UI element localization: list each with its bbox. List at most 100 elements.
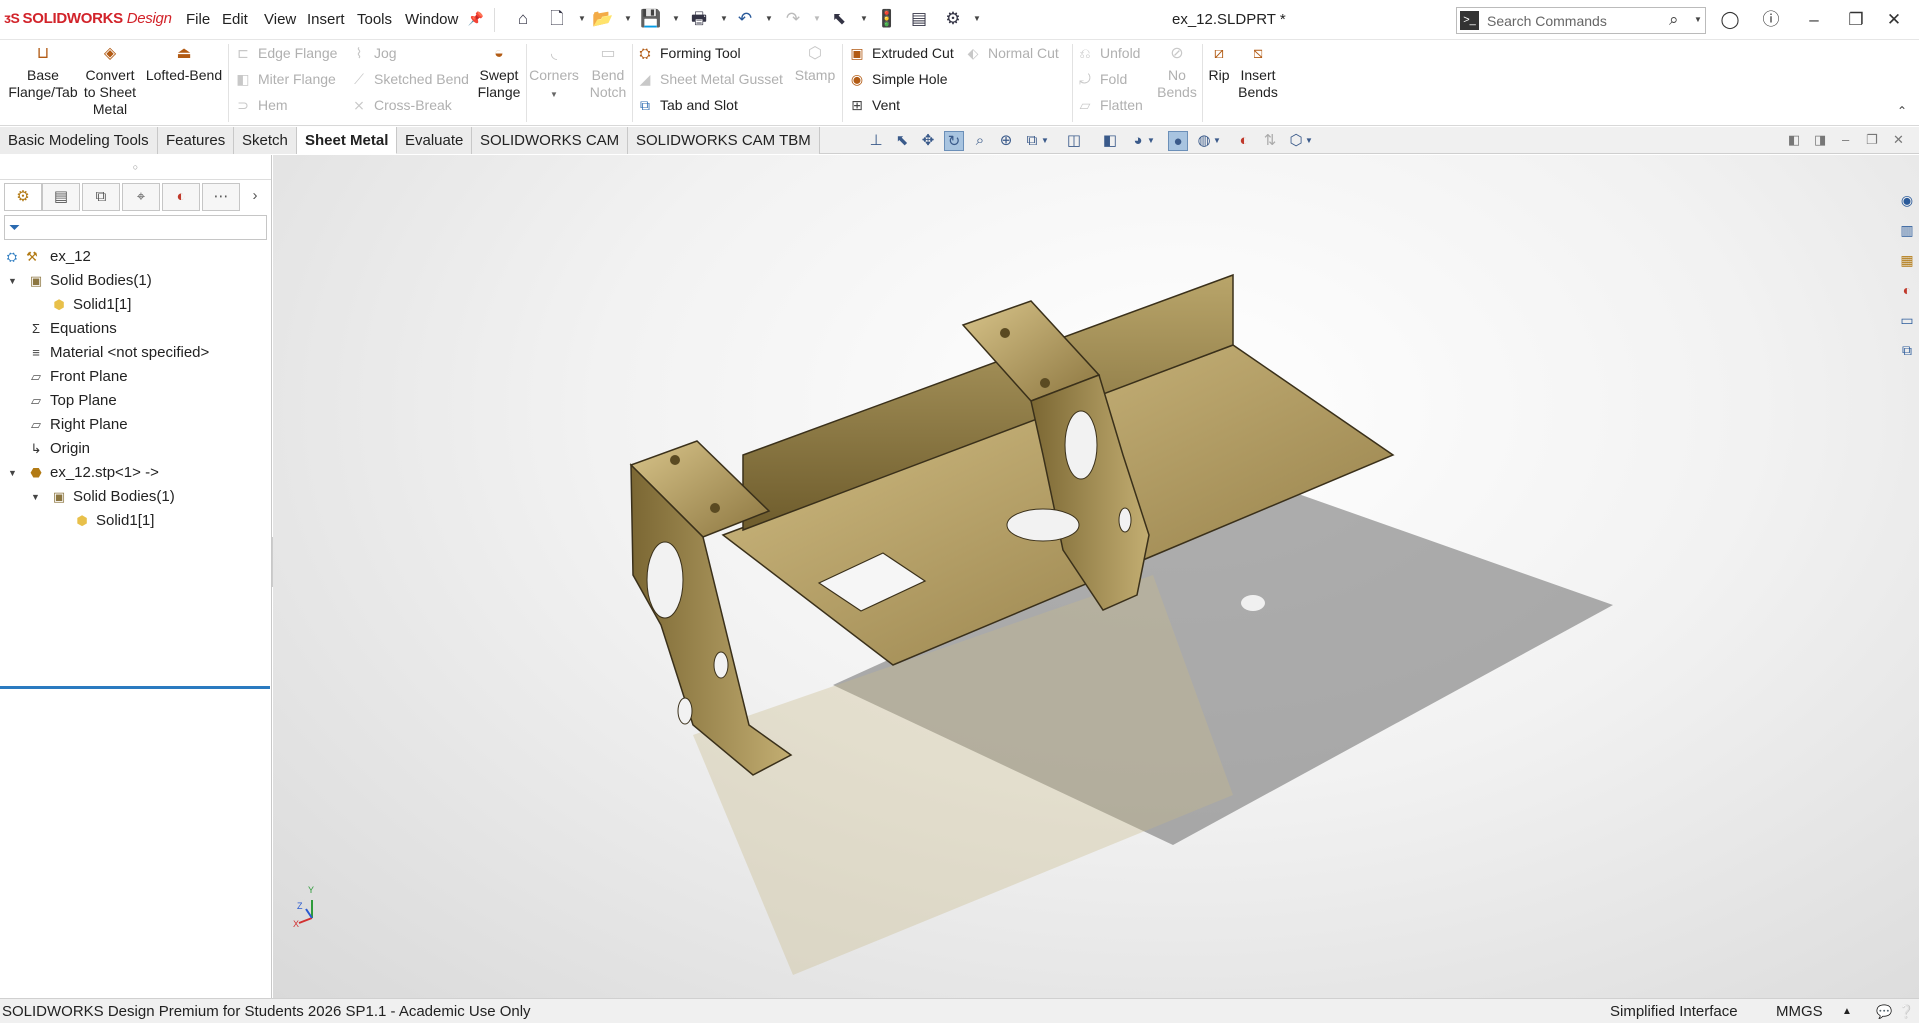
tree-item[interactable]: ▱ Front Plane xyxy=(0,366,270,388)
tab-evaluate[interactable]: Evaluate xyxy=(397,127,473,154)
menu-view[interactable]: View xyxy=(264,11,296,28)
select-dropdown-icon[interactable]: ▼ xyxy=(860,14,868,23)
select-cursor-icon[interactable]: ⬉ xyxy=(828,8,850,30)
panel-grip[interactable]: ○ xyxy=(0,155,271,180)
file-properties-icon[interactable]: ▤ xyxy=(908,8,930,30)
rollback-bar[interactable] xyxy=(0,686,270,689)
unit-dropdown-icon[interactable]: ▲ xyxy=(1842,999,1852,1024)
swept-flange-button[interactable]: ◒ Swept Flange xyxy=(474,44,524,101)
corners-button[interactable]: ◟ Corners ▼ xyxy=(528,44,580,103)
convert-to-sheet-metal-button[interactable]: ◈ Convert to Sheet Metal xyxy=(82,44,138,118)
corners-dropdown-icon[interactable]: ▼ xyxy=(550,90,558,99)
viewport-close-icon[interactable]: ✕ xyxy=(1893,132,1904,148)
save-icon[interactable]: 💾 xyxy=(640,8,662,30)
display-manager-tab-icon[interactable]: ◐ xyxy=(162,183,200,211)
no-bends-button[interactable]: ⊘ No Bends xyxy=(1156,44,1198,101)
tab-and-slot-button[interactable]: ⧉ Tab and Slot xyxy=(636,97,738,114)
solidworks-resources-icon[interactable]: ◉ xyxy=(1896,189,1918,211)
options-dropdown-icon[interactable]: ▼ xyxy=(973,14,981,23)
flatten-button[interactable]: ▱ Flatten xyxy=(1076,97,1143,114)
appearance-dropdown-icon[interactable]: ▼ xyxy=(1212,131,1222,151)
new-dropdown-icon[interactable]: ▼ xyxy=(578,14,586,23)
section-view-icon[interactable]: ◫ xyxy=(1064,131,1084,151)
new-document-icon[interactable]: 🗋 xyxy=(546,8,568,30)
home-icon[interactable]: ⌂ xyxy=(512,8,534,30)
redo-dropdown-icon[interactable]: ▼ xyxy=(813,14,821,23)
restore-icon[interactable]: ❐ xyxy=(1842,6,1870,34)
view-settings-icon[interactable]: ⇅ xyxy=(1260,131,1280,151)
app-logo[interactable]: ᴣS SOLIDWORKS Design xyxy=(4,10,172,27)
base-flange-tab-button[interactable]: ⊔ Base Flange/Tab xyxy=(6,44,80,101)
more-tabs-icon[interactable]: ⋯ xyxy=(202,183,240,211)
tree-item[interactable]: ▱ Right Plane xyxy=(0,414,270,436)
open-folder-icon[interactable]: 📂 xyxy=(592,8,614,30)
redo-icon[interactable]: ↷ xyxy=(782,8,804,30)
graphics-area[interactable]: Y X Z ◉ ▥ ▦ ◐ ▭ ⧉ xyxy=(273,155,1919,998)
cross-break-button[interactable]: ⨯ Cross-Break xyxy=(350,97,452,114)
miter-flange-button[interactable]: ◧ Miter Flange xyxy=(234,71,335,88)
insert-bends-button[interactable]: ⧅ Insert Bends xyxy=(1236,44,1280,101)
help-icon[interactable]: ⓘ xyxy=(1757,6,1785,34)
tree-filter-field[interactable]: ⏷ xyxy=(4,215,267,240)
tree-expander-icon[interactable]: ▼ xyxy=(8,270,17,292)
normal-cut-button[interactable]: ⬖ Normal Cut xyxy=(964,45,1059,62)
simplified-interface-toggle[interactable]: Simplified Interface xyxy=(1610,999,1738,1024)
tab-solidworks-cam-tbm[interactable]: SOLIDWORKS CAM TBM xyxy=(628,127,820,154)
zoom-to-fit-icon[interactable]: ⌕ xyxy=(970,131,990,151)
tree-item[interactable]: ▼ ⬣ ex_12.stp<1> -> xyxy=(0,462,270,484)
pan-icon[interactable]: ✥ xyxy=(918,131,938,151)
lofted-bend-button[interactable]: ⏏ Lofted-Bend xyxy=(144,44,224,84)
viewport-restore-icon[interactable]: ❐ xyxy=(1866,132,1878,148)
tree-item[interactable]: ⚒ ⛭ ex_12 xyxy=(0,246,270,268)
property-manager-tab-icon[interactable]: ▤ xyxy=(42,183,80,211)
bend-notch-button[interactable]: ▭ Bend Notch xyxy=(584,44,632,101)
tree-item[interactable]: Σ Equations xyxy=(0,318,270,340)
undo-dropdown-icon[interactable]: ▼ xyxy=(765,14,773,23)
scenes-icon[interactable]: ◐ xyxy=(1234,131,1254,151)
tab-sheet-metal[interactable]: Sheet Metal xyxy=(297,127,398,154)
display-pane-icon[interactable]: ⬡ xyxy=(1286,131,1306,151)
print-dropdown-icon[interactable]: ▼ xyxy=(720,14,728,23)
simple-hole-button[interactable]: ◉ Simple Hole xyxy=(848,71,948,88)
open-dropdown-icon[interactable]: ▼ xyxy=(624,14,632,23)
view-orientation-icon[interactable]: ⊥ xyxy=(866,131,886,151)
unfold-button[interactable]: ⎌ Unfold xyxy=(1076,45,1140,62)
tree-item[interactable]: ▱ Top Plane xyxy=(0,390,270,412)
tab-sketch[interactable]: Sketch xyxy=(234,127,297,154)
feature-manager-tab-icon[interactable]: ⚙ xyxy=(4,183,42,211)
menu-window[interactable]: Window xyxy=(405,11,458,28)
tree-item[interactable]: ▼ ▣ Solid Bodies(1) xyxy=(0,270,270,292)
vent-button[interactable]: ⊞ Vent xyxy=(848,97,900,114)
sheet-metal-gusset-button[interactable]: ◢ Sheet Metal Gusset xyxy=(636,71,783,88)
close-icon[interactable]: ✕ xyxy=(1880,6,1908,34)
file-explorer-icon[interactable]: ▦ xyxy=(1896,249,1918,271)
edge-flange-button[interactable]: ⊏ Edge Flange xyxy=(234,45,337,62)
menu-insert[interactable]: Insert xyxy=(307,11,345,28)
edit-appearance-icon[interactable]: ◍ xyxy=(1194,131,1214,151)
configuration-manager-tab-icon[interactable]: ⧉ xyxy=(82,183,120,211)
feedback-icon[interactable]: 💬 xyxy=(1876,999,1892,1024)
print-icon[interactable]: 🖶 xyxy=(688,8,710,30)
display-style-icon[interactable]: ● xyxy=(1168,131,1188,151)
hide-show-dropdown-icon[interactable]: ▼ xyxy=(1146,131,1156,151)
previous-view-icon[interactable]: ⧉ xyxy=(1022,131,1042,151)
collapse-ribbon-icon[interactable]: ⌃ xyxy=(1897,104,1907,118)
tree-item[interactable]: ⬢ Solid1[1] xyxy=(0,294,270,316)
viewport-tile-left-icon[interactable]: ◧ xyxy=(1788,132,1800,148)
sketched-bend-button[interactable]: ⟋ Sketched Bend xyxy=(350,71,469,88)
viewport-tile-right-icon[interactable]: ◨ xyxy=(1814,132,1826,148)
user-account-icon[interactable]: ◯ xyxy=(1716,6,1744,34)
select-tool-icon[interactable]: ⬉ xyxy=(892,131,912,151)
hide-show-icon[interactable]: ◕ xyxy=(1128,131,1148,151)
expand-tabs-chevron-icon[interactable]: › xyxy=(242,183,268,211)
tree-item[interactable]: ⬢ Solid1[1] xyxy=(0,510,270,532)
tab-features[interactable]: Features xyxy=(158,127,235,154)
menu-tools[interactable]: Tools xyxy=(357,11,392,28)
options-gear-icon[interactable]: ⚙ xyxy=(942,8,964,30)
view-cube-icon[interactable]: ◧ xyxy=(1100,131,1120,151)
menu-edit[interactable]: Edit xyxy=(222,11,248,28)
zoom-to-area-icon[interactable]: ⊕ xyxy=(996,131,1016,151)
menu-file[interactable]: File xyxy=(186,11,210,28)
appearances-icon[interactable]: ◐ xyxy=(1896,279,1918,301)
forming-tool-button[interactable]: ⛭ Forming Tool xyxy=(636,45,740,62)
